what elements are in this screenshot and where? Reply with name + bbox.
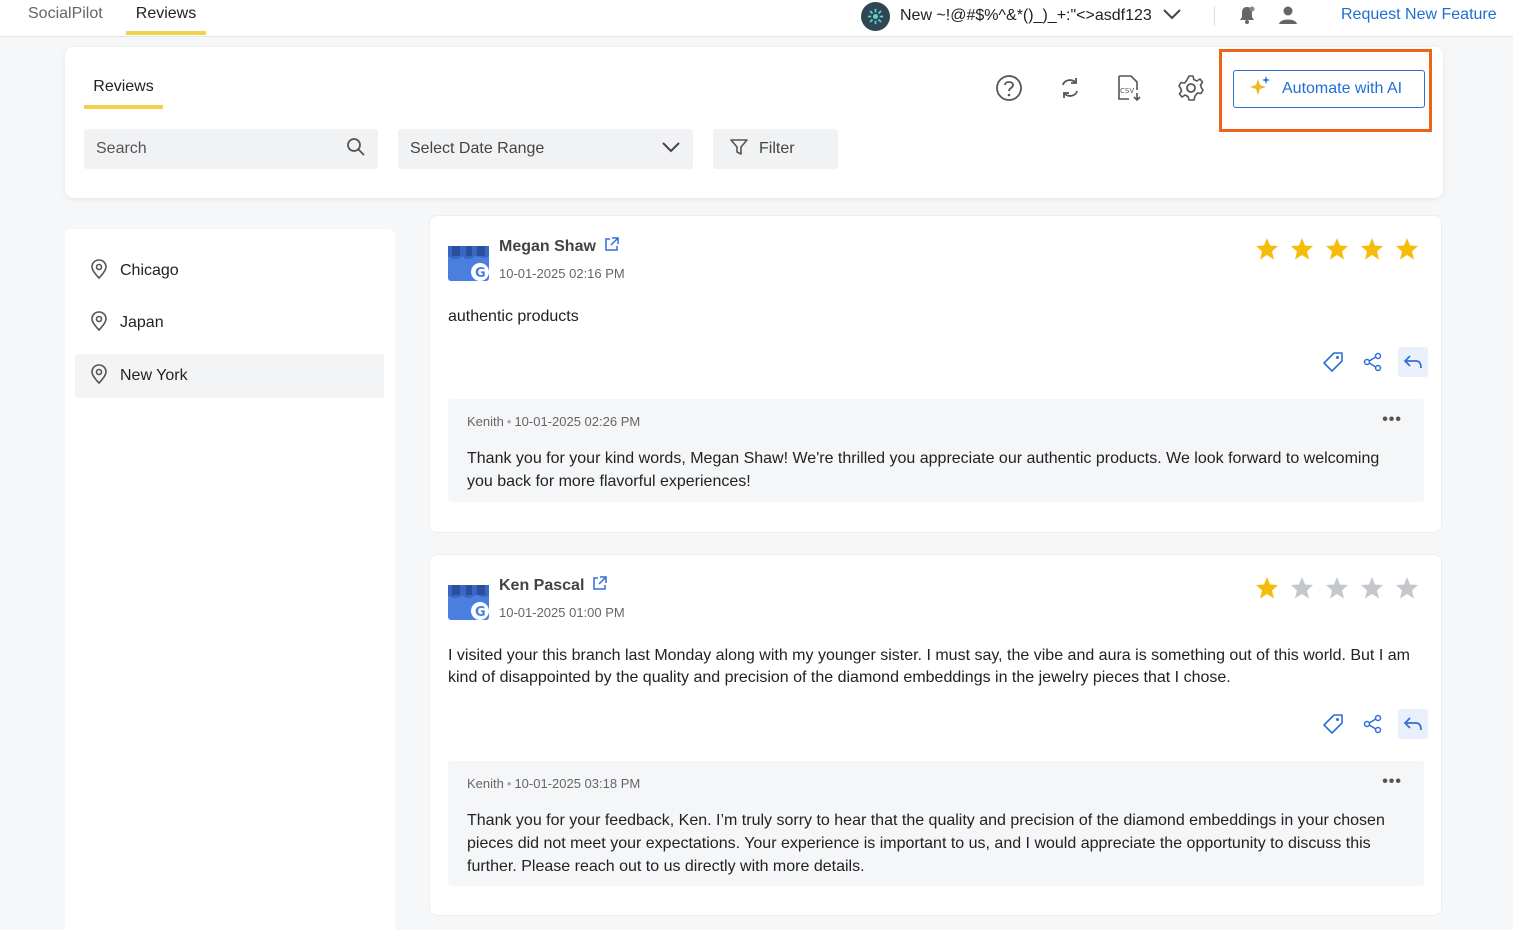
reviewer-name-text: Ken Pascal	[499, 577, 585, 594]
chevron-down-icon	[1162, 7, 1182, 25]
filter-icon	[729, 137, 749, 162]
filter-button[interactable]: Filter	[713, 129, 838, 169]
automate-with-ai-label: Automate with AI	[1282, 80, 1403, 97]
star-icon	[1360, 237, 1384, 266]
search-input[interactable]: Search	[84, 129, 378, 169]
filter-label: Filter	[759, 140, 795, 157]
star-icon	[1255, 576, 1279, 605]
reviews-header-card: Reviews CSV Automate with AI Search Sele…	[65, 47, 1443, 198]
reply-box: Kenith • 10-01-2025 02:26 PM ••• Thank you…	[448, 399, 1424, 502]
reviewer-name: Megan Shaw	[499, 237, 619, 257]
review-actions	[1313, 709, 1428, 739]
date-range-select[interactable]: Select Date Range	[398, 129, 693, 169]
review-card: G Megan Shaw 10-01-2025 02:16 PM authent…	[429, 215, 1442, 533]
refresh-icon[interactable]	[1056, 74, 1084, 102]
reply-date: 10-01-2025 03:18 PM	[514, 776, 641, 791]
review-text: I visited your this branch last Monday a…	[448, 647, 1410, 686]
bell-icon[interactable]	[1237, 5, 1257, 30]
csv-export-icon[interactable]: CSV	[1115, 74, 1143, 102]
automate-highlight-box: Automate with AI	[1219, 49, 1432, 132]
user-icon[interactable]	[1278, 5, 1298, 30]
location-label: Chicago	[120, 262, 179, 279]
location-pin-icon	[90, 363, 108, 389]
reply-box: Kenith • 10-01-2025 03:18 PM ••• Thank you…	[448, 761, 1424, 886]
review-card: G Ken Pascal 10-01-2025 01:00 PM I visit…	[429, 554, 1442, 916]
review-actions	[1313, 347, 1428, 377]
tag-icon[interactable]	[1313, 347, 1353, 377]
reply-icon[interactable]	[1398, 709, 1428, 739]
more-icon[interactable]: •••	[1382, 411, 1402, 429]
svg-text:CSV: CSV	[1120, 87, 1134, 95]
svg-text:G: G	[475, 266, 486, 281]
star-icon	[1325, 576, 1349, 605]
location-sidebar: Chicago Japan New York	[65, 229, 395, 930]
chevron-down-icon	[661, 140, 681, 158]
reviewer-name-text: Megan Shaw	[499, 238, 596, 255]
nav-divider	[1214, 6, 1215, 26]
location-label: Japan	[120, 314, 164, 331]
tag-icon[interactable]	[1313, 709, 1353, 739]
location-label: New York	[120, 367, 188, 384]
automate-with-ai-button[interactable]: Automate with AI	[1233, 70, 1425, 108]
workspace-name: New ~!@#$%^&*()_)_+:"<>asdf123	[900, 7, 1152, 24]
svg-text:G: G	[475, 605, 486, 620]
star-icon	[1325, 237, 1349, 266]
location-item-chicago[interactable]: Chicago	[75, 249, 384, 293]
request-new-feature-link[interactable]: Request New Feature	[1341, 6, 1497, 24]
reply-author: Kenith	[467, 414, 504, 429]
reply-text: Thank you for your feedback, Ken. I’m tr…	[467, 812, 1385, 875]
location-item-japan[interactable]: Japan	[75, 301, 384, 345]
location-item-new-york[interactable]: New York	[75, 354, 384, 398]
nav-tab-socialpilot[interactable]: SocialPilot	[28, 0, 103, 35]
star-icon	[1360, 576, 1384, 605]
more-icon[interactable]: •••	[1382, 773, 1402, 791]
location-pin-icon	[90, 258, 108, 284]
review-date: 10-01-2025 02:16 PM	[499, 266, 625, 281]
reviewer-name: Ken Pascal	[499, 576, 608, 596]
google-business-avatar: G	[448, 579, 489, 620]
external-link-icon[interactable]	[604, 237, 619, 257]
nav-tab-reviews[interactable]: Reviews	[126, 0, 206, 35]
workspace-icon	[861, 1, 890, 31]
reply-text: Thank you for your kind words, Megan Sha…	[467, 450, 1380, 490]
search-icon	[346, 137, 366, 162]
reply-icon[interactable]	[1398, 347, 1428, 377]
reply-meta: Kenith • 10-01-2025 03:18 PM	[467, 776, 641, 791]
workspace-selector[interactable]: New ~!@#$%^&*()_)_+:"<>asdf123	[861, 1, 1182, 31]
star-rating	[1255, 237, 1419, 266]
reply-author: Kenith	[467, 776, 504, 791]
reply-date: 10-01-2025 02:26 PM	[514, 414, 641, 429]
share-icon[interactable]	[1353, 347, 1393, 377]
star-icon	[1290, 576, 1314, 605]
review-text: authentic products	[448, 308, 579, 325]
star-icon	[1255, 237, 1279, 266]
date-range-label: Select Date Range	[410, 140, 545, 157]
gear-icon[interactable]	[1177, 74, 1205, 102]
google-business-avatar: G	[448, 240, 489, 281]
location-pin-icon	[90, 310, 108, 336]
help-icon[interactable]	[995, 74, 1023, 102]
reply-meta: Kenith • 10-01-2025 02:26 PM	[467, 414, 641, 429]
external-link-icon[interactable]	[592, 576, 608, 596]
star-icon	[1395, 237, 1419, 266]
review-date: 10-01-2025 01:00 PM	[499, 605, 625, 620]
star-icon	[1290, 237, 1314, 266]
star-rating	[1255, 576, 1419, 605]
subtab-reviews[interactable]: Reviews	[84, 78, 163, 109]
top-nav: SocialPilot Reviews New ~!@#$%^&*()_)_+:…	[0, 0, 1513, 37]
search-placeholder: Search	[96, 140, 147, 157]
share-icon[interactable]	[1353, 709, 1393, 739]
star-icon	[1395, 576, 1419, 605]
sparkle-icon	[1248, 75, 1272, 104]
